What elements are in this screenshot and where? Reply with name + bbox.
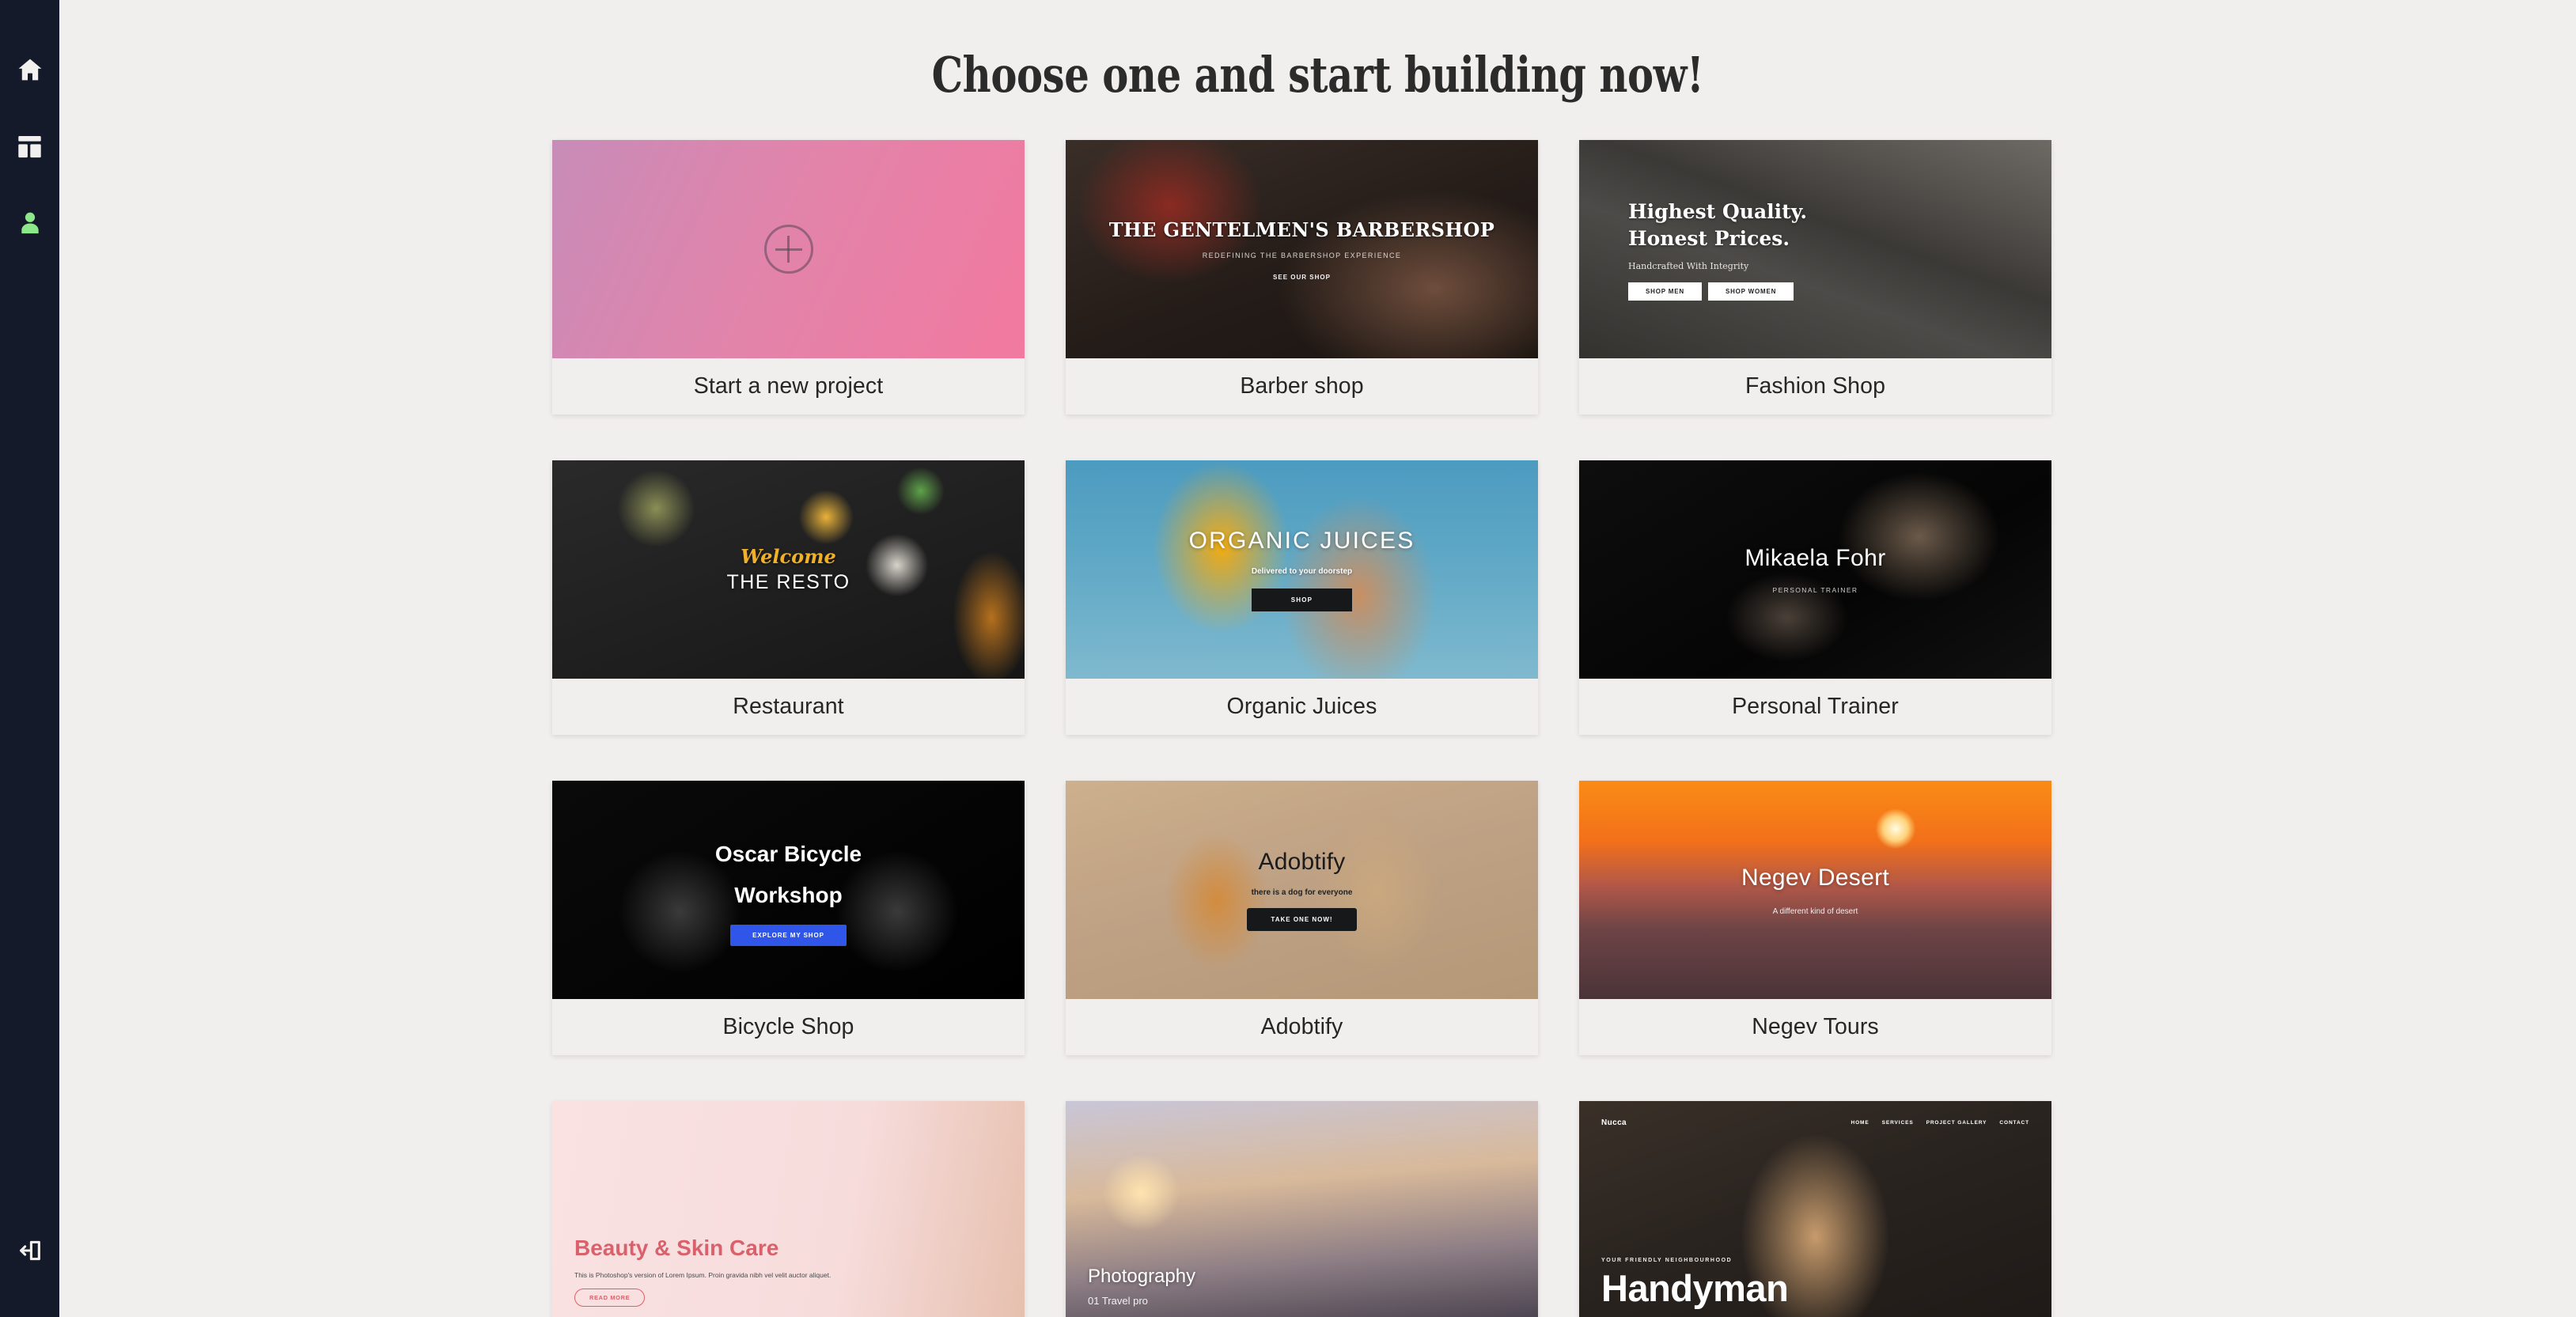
preview-subheading: This is Photoshop's version of Lorem Ips…	[574, 1271, 832, 1279]
template-thumbnail: Adobtify there is a dog for everyone TAK…	[1066, 781, 1538, 999]
preview-button-shop-women: SHOP WOMEN	[1707, 282, 1794, 301]
template-thumbnail: Nucca HOME SERVICES PROJECT GALLERY CONT…	[1579, 1101, 2051, 1317]
template-card-new-project[interactable]: Start a new project	[552, 140, 1025, 414]
template-thumbnail	[552, 140, 1025, 358]
thumbnail-overlay: Beauty & Skin Care This is Photoshop's v…	[552, 1101, 1025, 1317]
preview-subheading: YOUR FRIENDLY NEIGHBOURHOOD	[1601, 1258, 1733, 1263]
preview-heading: THE GENTELMEN'S BARBERSHOP	[1108, 218, 1495, 241]
preview-subheading: REDEFINING THE BARBERSHOP EXPERIENCE	[1202, 251, 1402, 259]
thumbnail-overlay: Photography 01 Travel pro	[1066, 1101, 1538, 1317]
preview-heading: Adobtify	[1258, 849, 1346, 875]
template-thumbnail: Highest Quality. Honest Prices. Handcraf…	[1579, 140, 2051, 358]
template-card-adobtify[interactable]: Adobtify there is a dog for everyone TAK…	[1066, 781, 1538, 1055]
template-card-handyman[interactable]: Nucca HOME SERVICES PROJECT GALLERY CONT…	[1579, 1101, 2051, 1317]
preview-button: EXPLORE MY SHOP	[730, 925, 847, 947]
template-card-photography[interactable]: Photography 01 Travel pro Photography	[1066, 1101, 1538, 1317]
template-card-label: Barber shop	[1066, 358, 1538, 414]
preview-button: SEE OUR SHOP	[1273, 273, 1331, 281]
page-title: Choose one and start building now!	[931, 46, 1704, 104]
thumbnail-overlay: Oscar Bicycle Workshop EXPLORE MY SHOP	[552, 781, 1025, 999]
thumbnail-overlay: YOUR FRIENDLY NEIGHBOURHOOD Handyman	[1579, 1101, 2051, 1317]
preview-subheading: 01 Travel pro	[1088, 1295, 1148, 1307]
template-card-negev-tours[interactable]: Negev Desert A different kind of desert …	[1579, 781, 2051, 1055]
thumbnail-overlay	[552, 140, 1025, 358]
preview-heading: THE RESTO	[726, 571, 850, 593]
preview-heading: Beauty & Skin Care	[574, 1236, 779, 1260]
sidebar-item-account[interactable]	[9, 202, 51, 244]
plus-circle-icon	[763, 225, 813, 274]
thumbnail-overlay: Welcome THE RESTO	[552, 460, 1025, 679]
template-grid: Start a new project THE GENTELMEN'S BARB…	[552, 140, 2083, 1317]
preview-button-group: SHOP MEN SHOP WOMEN	[1628, 282, 1794, 301]
thumbnail-overlay: Mikaela Fohr PERSONAL TRAINER	[1579, 460, 2051, 679]
template-card-barber-shop[interactable]: THE GENTELMEN'S BARBERSHOP REDEFINING TH…	[1066, 140, 1538, 414]
thumbnail-overlay: THE GENTELMEN'S BARBERSHOP REDEFINING TH…	[1066, 140, 1538, 358]
main-content: Choose one and start building now! Start…	[59, 0, 2576, 1317]
template-card-label: Adobtify	[1066, 999, 1538, 1055]
preview-heading: Mikaela Fohr	[1744, 545, 1886, 571]
preview-subheading: Delivered to your doorstep	[1251, 567, 1353, 576]
template-card-organic-juices[interactable]: ORGANIC JUICES Delivered to your doorste…	[1066, 460, 1538, 735]
preview-button: SHOP	[1251, 588, 1353, 611]
template-card-label: Personal Trainer	[1579, 679, 2051, 735]
sidebar-item-home[interactable]	[9, 49, 51, 90]
thumbnail-overlay: ORGANIC JUICES Delivered to your doorste…	[1066, 460, 1538, 679]
template-thumbnail: Beauty & Skin Care This is Photoshop's v…	[552, 1101, 1025, 1317]
layout-dashboard-icon	[17, 134, 42, 159]
logout-icon	[17, 1237, 44, 1264]
preview-button: TAKE ONE NOW!	[1247, 908, 1357, 931]
template-thumbnail: ORGANIC JUICES Delivered to your doorste…	[1066, 460, 1538, 679]
preview-subheading: PERSONAL TRAINER	[1772, 586, 1858, 594]
preview-subheading: A different kind of desert	[1772, 906, 1858, 916]
preview-script-text: Welcome	[741, 545, 836, 568]
template-card-label: Restaurant	[552, 679, 1025, 735]
thumbnail-overlay: Highest Quality. Honest Prices. Handcraf…	[1579, 140, 2051, 358]
user-icon	[17, 210, 43, 236]
template-thumbnail: THE GENTELMEN'S BARBERSHOP REDEFINING TH…	[1066, 140, 1538, 358]
template-thumbnail: Welcome THE RESTO	[552, 460, 1025, 679]
preview-subheading: there is a dog for everyone	[1251, 888, 1353, 897]
template-thumbnail: Photography 01 Travel pro	[1066, 1101, 1538, 1317]
template-card-fashion-shop[interactable]: Highest Quality. Honest Prices. Handcraf…	[1579, 140, 2051, 414]
preview-subheading: Handcrafted With Integrity	[1628, 260, 1749, 271]
template-thumbnail: Oscar Bicycle Workshop EXPLORE MY SHOP	[552, 781, 1025, 999]
template-card-label: Bicycle Shop	[552, 999, 1025, 1055]
template-card-label: Fashion Shop	[1579, 358, 2051, 414]
template-card-beauty-skin-care[interactable]: Beauty & Skin Care This is Photoshop's v…	[552, 1101, 1025, 1317]
thumbnail-overlay: Negev Desert A different kind of desert	[1579, 781, 2051, 999]
preview-heading-line1: Oscar Bicycle	[714, 841, 862, 866]
preview-button-shop-men: SHOP MEN	[1628, 282, 1702, 301]
home-icon	[17, 56, 44, 83]
template-card-restaurant[interactable]: Welcome THE RESTO Restaurant	[552, 460, 1025, 735]
template-thumbnail: Mikaela Fohr PERSONAL TRAINER	[1579, 460, 2051, 679]
preview-heading: Photography	[1088, 1266, 1196, 1287]
template-card-personal-trainer[interactable]: Mikaela Fohr PERSONAL TRAINER Personal T…	[1579, 460, 2051, 735]
preview-button: READ MORE	[574, 1289, 646, 1307]
sidebar-item-dashboard[interactable]	[9, 126, 51, 167]
sidebar-item-logout[interactable]	[9, 1230, 51, 1271]
thumbnail-overlay: Adobtify there is a dog for everyone TAK…	[1066, 781, 1538, 999]
template-card-label: Start a new project	[552, 358, 1025, 414]
preview-heading-line2: Workshop	[734, 882, 843, 907]
template-card-bicycle-shop[interactable]: Oscar Bicycle Workshop EXPLORE MY SHOP B…	[552, 781, 1025, 1055]
sidebar	[0, 0, 59, 1317]
template-card-label: Organic Juices	[1066, 679, 1538, 735]
preview-heading: Negev Desert	[1741, 864, 1889, 891]
template-thumbnail: Negev Desert A different kind of desert	[1579, 781, 2051, 999]
preview-heading-line1: Highest Quality.	[1628, 199, 1808, 223]
preview-heading: Handyman	[1601, 1267, 1789, 1309]
template-card-label: Negev Tours	[1579, 999, 2051, 1055]
preview-heading-line2: Honest Prices.	[1628, 227, 1790, 250]
preview-heading: ORGANIC JUICES	[1188, 528, 1415, 554]
